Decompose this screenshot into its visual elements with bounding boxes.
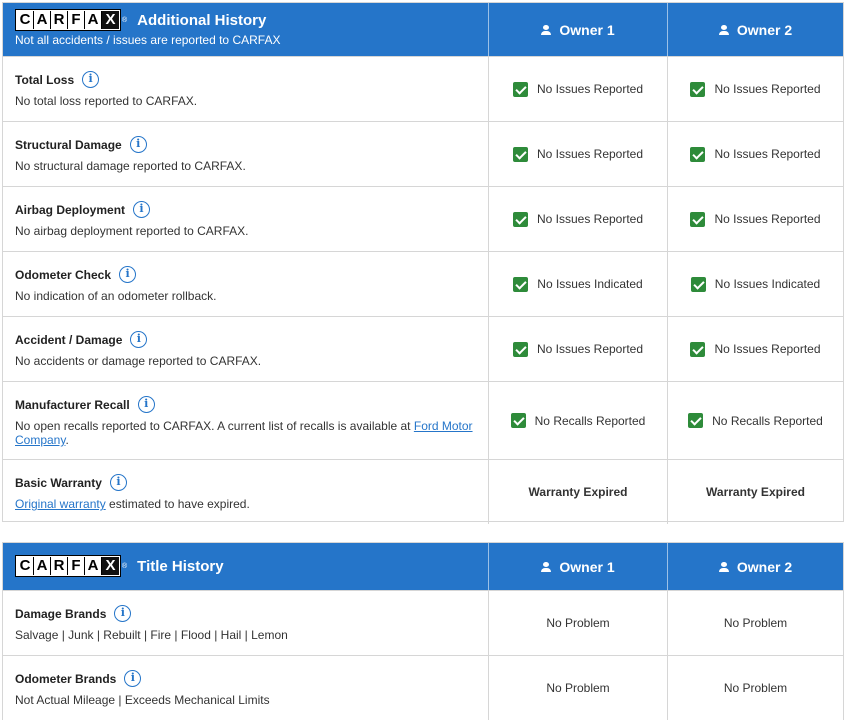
row-description: No airbag deployment reported to CARFAX. [15, 224, 249, 238]
row-description: Original warranty estimated to have expi… [15, 497, 250, 511]
owner-2-status: No Issues Reported [667, 122, 843, 186]
info-icon[interactable]: i [133, 201, 151, 218]
row-description: No accidents or damage reported to CARFA… [15, 354, 262, 368]
info-icon[interactable]: i [137, 396, 155, 413]
owner-1-status: No Issues Reported [488, 317, 667, 381]
section-title: Additional History [137, 11, 267, 29]
section-title: Title History [137, 557, 224, 575]
table-row-basic-warranty: Basic Warranty i Original warranty estima… [3, 459, 843, 524]
carfax-logo: CARFAX [15, 555, 121, 577]
owner-1-status: No Issues Indicated [488, 252, 667, 316]
table-row-manufacturer-recall: Manufacturer Recall i No open recalls rep… [3, 381, 843, 459]
owner-1-column-header: Owner 1 [488, 3, 667, 56]
person-icon [718, 24, 729, 35]
row-title: Total Loss [15, 72, 75, 87]
trademark-symbol: ® [122, 562, 128, 570]
title-history-header: CARFAX ® Title History Owner 1 Owner 2 [3, 543, 843, 590]
row-title: Manufacturer Recall [15, 397, 130, 412]
owner-1-status: No Issues Reported [488, 57, 667, 121]
check-icon [512, 81, 528, 97]
info-icon[interactable]: i [114, 605, 132, 622]
owner-2-status: No Problem [667, 656, 843, 720]
owner-2-status: No Issues Reported [667, 57, 843, 121]
owner-1-status: No Recalls Reported [488, 382, 667, 459]
section-subtitle: Not all accidents / issues are reported … [15, 33, 281, 47]
check-icon [690, 276, 706, 292]
owner-2-column-header: Owner 2 [667, 543, 843, 590]
info-icon[interactable]: i [124, 670, 142, 687]
check-icon [690, 81, 706, 97]
table-row-total-loss: Total Loss i No total loss reported to CA… [3, 56, 843, 121]
person-icon [541, 561, 552, 572]
info-icon[interactable]: i [129, 136, 147, 153]
row-title: Accident / Damage [15, 332, 123, 347]
check-icon [512, 341, 528, 357]
table-row-odometer-brands: Odometer Brands i Not Actual Mileage | Ex… [3, 655, 843, 720]
check-icon [512, 211, 528, 227]
check-icon [688, 413, 704, 428]
owner-2-status: No Recalls Reported [667, 382, 843, 459]
owner-2-column-header: Owner 2 [667, 3, 843, 56]
owner-2-status: No Problem [667, 591, 843, 655]
person-icon [541, 24, 552, 35]
check-icon [510, 413, 526, 428]
additional-history-section: CARFAX ® Additional History Not all acci… [2, 2, 844, 524]
row-title: Airbag Deployment [15, 202, 126, 217]
row-title: Damage Brands [15, 606, 107, 621]
check-icon [513, 276, 529, 292]
original-warranty-link[interactable]: Original warranty [15, 497, 106, 511]
row-description: No total loss reported to CARFAX. [15, 94, 198, 108]
info-icon[interactable]: i [119, 266, 137, 283]
owner-2-status: No Issues Reported [667, 187, 843, 251]
trademark-symbol: ® [122, 16, 128, 24]
row-description: Not Actual Mileage | Exceeds Mechanical … [15, 693, 270, 707]
owner-2-status: No Issues Indicated [667, 252, 843, 316]
owner-2-status: Warranty Expired [667, 460, 843, 524]
table-row-structural-damage: Structural Damage i No structural damage … [3, 121, 843, 186]
info-icon[interactable]: i [130, 331, 148, 348]
owner-1-status: No Problem [488, 656, 667, 720]
owner-1-status: No Issues Reported [488, 187, 667, 251]
check-icon [512, 146, 528, 162]
carfax-logo: CARFAX [15, 9, 121, 31]
info-icon[interactable]: i [109, 474, 127, 491]
title-history-section: CARFAX ® Title History Owner 1 Owner 2 D… [2, 542, 844, 720]
owner-1-status: Warranty Expired [488, 460, 667, 524]
row-title: Odometer Brands [15, 671, 117, 686]
table-row-odometer-check: Odometer Check i No indication of an odom… [3, 251, 843, 316]
row-description: No open recalls reported to CARFAX. A cu… [15, 419, 473, 447]
row-title: Structural Damage [15, 137, 122, 152]
row-title: Odometer Check [15, 267, 112, 282]
additional-history-header: CARFAX ® Additional History Not all acci… [3, 3, 843, 56]
owner-1-column-header: Owner 1 [488, 543, 667, 590]
owner-1-status: No Problem [488, 591, 667, 655]
owner-1-status: No Issues Reported [488, 122, 667, 186]
table-row-damage-brands: Damage Brands i Salvage | Junk | Rebuilt … [3, 590, 843, 655]
row-description: Salvage | Junk | Rebuilt | Fire | Flood … [15, 628, 288, 642]
check-icon [690, 146, 706, 162]
owner-2-status: No Issues Reported [667, 317, 843, 381]
row-description: No structural damage reported to CARFAX. [15, 159, 246, 173]
table-row-airbag-deployment: Airbag Deployment i No airbag deployment … [3, 186, 843, 251]
person-icon [718, 561, 729, 572]
row-title: Basic Warranty [15, 475, 102, 490]
row-description: No indication of an odometer rollback. [15, 289, 217, 303]
check-icon [690, 341, 706, 357]
info-icon[interactable]: i [82, 71, 100, 88]
check-icon [690, 211, 706, 227]
table-row-accident-damage: Accident / Damage i No accidents or damag… [3, 316, 843, 381]
